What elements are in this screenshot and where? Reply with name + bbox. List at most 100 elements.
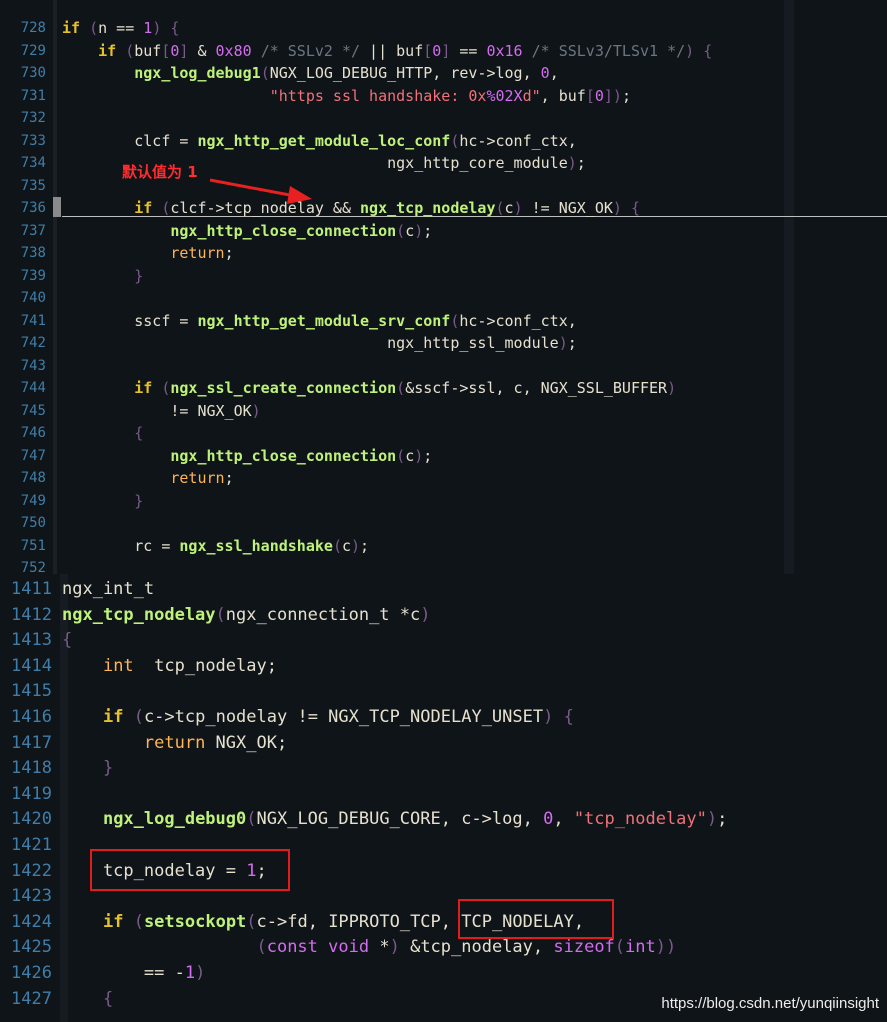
line-number: 1421	[11, 835, 52, 855]
code-line[interactable]: 1415	[0, 679, 887, 705]
code-token: if	[102, 707, 124, 727]
code-token: setsockopt	[143, 911, 247, 932]
code-token: tcp_nodelay;	[133, 655, 277, 676]
code-text: (const void *) &tcp_nodelay, sizeof(int)…	[62, 935, 676, 961]
line-number: 1424	[11, 911, 52, 932]
watermark: https://blog.csdn.net/yunqiinsight	[661, 995, 879, 1012]
code-token: == -	[62, 963, 185, 983]
code-line[interactable]: 1412 ngx_tcp_nodelay(ngx_connection_t *c)	[0, 603, 887, 629]
code-token: 1	[184, 963, 196, 983]
code-text: ngx_log_debug0(NGX_LOG_DEBUG_CORE, c->lo…	[62, 807, 727, 833]
code-text: return NGX_OK;	[62, 731, 287, 757]
code-line[interactable]: 1411 ngx_int_t	[0, 577, 887, 603]
line-number: 1415	[11, 681, 52, 702]
code-line[interactable]: 1420 ngx_log_debug0(NGX_LOG_DEBUG_CORE, …	[0, 807, 887, 833]
code-token: c->tcp_nodelay != NGX_TCP_NODELAY_UNSET	[143, 707, 544, 727]
code-token: (	[246, 911, 257, 932]
highlight-box-tcp-nodelay-option	[458, 899, 614, 939]
code-token: ;	[717, 809, 728, 830]
code-text: if (c->tcp_nodelay != NGX_TCP_NODELAY_UN…	[62, 705, 574, 731]
code-line[interactable]: 1413 {	[0, 628, 887, 654]
annotation-arrow-icon	[209, 178, 312, 204]
code-token: (	[246, 809, 257, 830]
code-line[interactable]: 1418 }	[0, 756, 887, 782]
code-token: }	[102, 758, 114, 779]
code-panel-ngx-http-ssl-handshake: 728 if (n == 1) {729 if (buf[0] & 0x80 /*…	[0, 0, 887, 574]
code-token: {	[62, 630, 73, 651]
code-token: int	[625, 937, 656, 958]
code-token: {	[563, 707, 574, 727]
highlight-box-tcp-nodelay-assign	[90, 849, 290, 891]
code-token: if	[102, 911, 124, 932]
code-token: (	[614, 937, 626, 958]
line-number: 1426	[11, 963, 52, 983]
code-token: )	[706, 809, 718, 830]
code-line[interactable]: 1417 return NGX_OK;	[0, 731, 887, 757]
code-text: == -1)	[62, 961, 205, 987]
code-token: NGX_OK;	[205, 732, 288, 753]
code-line[interactable]: 1419	[0, 782, 887, 808]
code-token: int	[102, 655, 134, 676]
code-token: ngx_log_debug0	[102, 809, 247, 830]
code-token: )	[655, 937, 667, 958]
code-token: )	[195, 963, 206, 983]
code-token: NGX_LOG_DEBUG_CORE, c->log,	[256, 809, 544, 830]
code-token: *	[369, 937, 390, 958]
code-line[interactable]: 1424 if (setsockopt(c->fd, IPPROTO_TCP, …	[0, 910, 887, 936]
line-number: 1423	[11, 886, 52, 907]
code-token: (	[133, 911, 144, 932]
line-number: 1420	[11, 809, 52, 830]
code-token: (	[215, 604, 226, 625]
code-token: &tcp_nodelay,	[399, 937, 554, 958]
code-token: (	[256, 937, 267, 958]
line-number: 1417	[11, 732, 52, 753]
code-token: )	[389, 937, 400, 958]
code-text: ngx_int_t	[62, 577, 154, 603]
line-number: 1411	[11, 579, 52, 599]
code-token: 0	[543, 809, 554, 830]
line-number: 1413	[11, 630, 52, 651]
code-text: {	[62, 628, 72, 654]
code-text: ngx_tcp_nodelay(ngx_connection_t *c)	[62, 603, 431, 629]
code-token: ngx_int_t	[62, 579, 155, 599]
code-token: return	[143, 732, 206, 753]
code-token: )	[666, 937, 677, 958]
code-token: ngx_tcp_nodelay	[62, 604, 216, 625]
line-number: 1412	[11, 604, 52, 625]
code-token: "tcp_nodelay"	[573, 809, 707, 830]
line-number: 1416	[11, 707, 52, 727]
code-token: ngx_connection_t *c	[225, 604, 421, 625]
code-token: )	[543, 707, 554, 727]
code-token: sizeof	[553, 937, 615, 958]
line-number: 1425	[11, 937, 52, 958]
line-number: 1427	[11, 988, 52, 1009]
code-token: {	[102, 988, 114, 1009]
code-token: ,	[553, 809, 574, 830]
code-text: {	[62, 987, 113, 1013]
code-panel-ngx-tcp-nodelay: 1411 ngx_int_t 1412 ngx_tcp_nodelay(ngx_con…	[0, 574, 887, 1022]
line-number: 1422	[11, 860, 52, 881]
code-line[interactable]: 1416 if (c->tcp_nodelay != NGX_TCP_NODEL…	[0, 705, 887, 731]
code-token: void	[328, 937, 370, 958]
code-token: const	[266, 937, 318, 958]
code-line[interactable]: 1426 == -1)	[0, 961, 887, 987]
code-token: )	[420, 604, 431, 625]
line-number: 1418	[11, 758, 52, 779]
code-line[interactable]: 1414 int tcp_nodelay;	[0, 654, 887, 680]
line-number: 1414	[11, 655, 52, 676]
line-number: 1419	[11, 783, 52, 804]
code-text: int tcp_nodelay;	[62, 654, 277, 680]
code-line[interactable]: 1425 (const void *) &tcp_nodelay, sizeof…	[0, 935, 887, 961]
